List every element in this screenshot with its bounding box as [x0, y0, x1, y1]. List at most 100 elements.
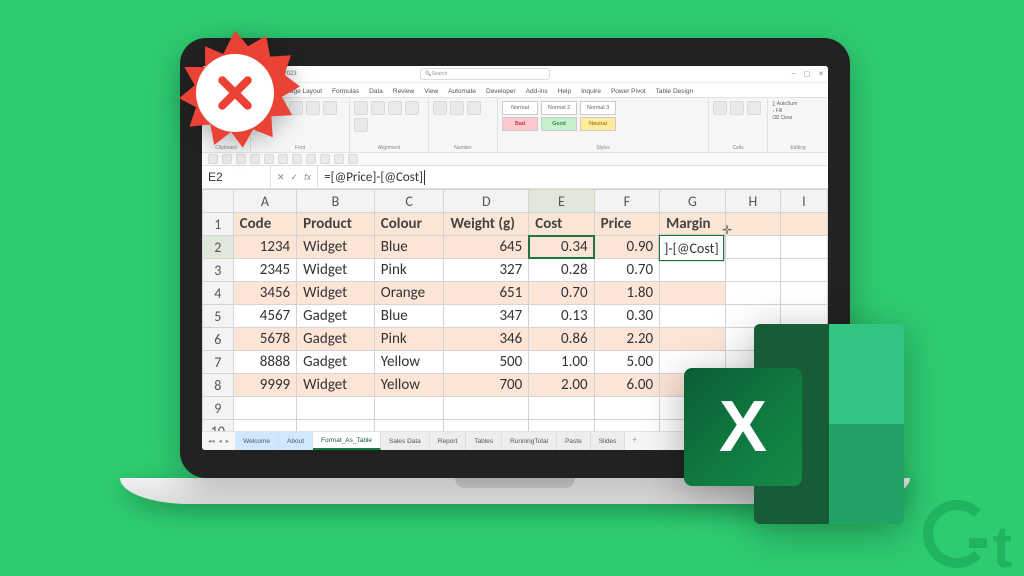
fill-color-icon[interactable]: [323, 101, 337, 115]
qat-icon[interactable]: [334, 154, 344, 164]
cell[interactable]: [594, 397, 659, 420]
cell[interactable]: Widget: [297, 282, 375, 305]
cell[interactable]: 651: [444, 282, 529, 305]
cell[interactable]: 0.13: [529, 305, 594, 328]
cell[interactable]: Blue: [374, 305, 444, 328]
cell[interactable]: 346: [444, 328, 529, 351]
cell[interactable]: [660, 259, 726, 282]
fx-icon[interactable]: fx: [304, 172, 311, 182]
cell[interactable]: 1234: [233, 236, 297, 259]
cell-style-normal[interactable]: Normal: [502, 101, 538, 115]
sheet-nav-prev-icon[interactable]: ◂: [219, 437, 222, 445]
sheet-nav-first-icon[interactable]: ◂◂: [208, 437, 215, 445]
cell-edit-overlay[interactable]: ]-[@Cost]: [659, 235, 724, 261]
row-header[interactable]: 8: [203, 374, 234, 397]
cell[interactable]: 5.00: [594, 351, 659, 374]
cell[interactable]: 5678: [233, 328, 297, 351]
formula-enter-icon[interactable]: ✓: [291, 172, 299, 183]
sheet-tab[interactable]: Tables: [466, 432, 502, 450]
cell[interactable]: [233, 420, 297, 432]
cell[interactable]: [780, 282, 827, 305]
row-header[interactable]: 6: [203, 328, 234, 351]
cell[interactable]: Widget: [297, 259, 375, 282]
cell[interactable]: [297, 420, 375, 432]
row-header[interactable]: 9: [203, 397, 234, 420]
window-close[interactable]: ✕: [818, 70, 824, 78]
tab-view[interactable]: View: [424, 88, 438, 97]
cell[interactable]: [297, 397, 375, 420]
sheet-tab[interactable]: Slides: [591, 432, 626, 450]
cell[interactable]: [374, 397, 444, 420]
qat-icon[interactable]: [320, 154, 330, 164]
cell[interactable]: Yellow: [374, 351, 444, 374]
cell[interactable]: 700: [444, 374, 529, 397]
window-maximize[interactable]: ▢: [803, 70, 810, 78]
cell[interactable]: [780, 259, 827, 282]
column-header-H[interactable]: H: [725, 190, 780, 213]
row-header[interactable]: 10: [203, 420, 234, 432]
cell[interactable]: [233, 397, 297, 420]
cell[interactable]: [444, 397, 529, 420]
sheet-tab[interactable]: About: [279, 432, 313, 450]
tab-help[interactable]: Help: [558, 88, 571, 97]
formula-bar[interactable]: =[@Price]-[@Cost]: [318, 166, 828, 188]
cell[interactable]: [725, 282, 780, 305]
column-header-G[interactable]: G: [660, 190, 726, 213]
cell[interactable]: [725, 213, 780, 236]
row-header[interactable]: 1: [203, 213, 234, 236]
cell[interactable]: Orange: [374, 282, 444, 305]
cell[interactable]: 6.00: [594, 374, 659, 397]
align-left-icon[interactable]: [354, 101, 368, 115]
delete-cell-icon[interactable]: [730, 101, 744, 115]
search-box[interactable]: 🔍 Search: [420, 68, 550, 80]
underline-icon[interactable]: [306, 101, 320, 115]
align-center-icon[interactable]: [371, 101, 385, 115]
tab-addins[interactable]: Add-ins: [526, 88, 548, 97]
cell[interactable]: 645: [444, 236, 529, 259]
format-cell-icon[interactable]: [747, 101, 761, 115]
cell[interactable]: Gadget: [297, 351, 375, 374]
cell[interactable]: Weight (g): [444, 213, 529, 236]
tab-review[interactable]: Review: [393, 88, 414, 97]
cell[interactable]: 3456: [233, 282, 297, 305]
cell[interactable]: Widget: [297, 236, 375, 259]
cell[interactable]: Gadget: [297, 328, 375, 351]
column-header-I[interactable]: I: [780, 190, 827, 213]
cell[interactable]: Margin: [660, 213, 726, 236]
cell[interactable]: 4567: [233, 305, 297, 328]
row-header[interactable]: 5: [203, 305, 234, 328]
select-all-corner[interactable]: [203, 190, 234, 213]
cell[interactable]: ]-[@Cost]: [660, 236, 726, 259]
new-sheet-icon[interactable]: ＋: [625, 432, 644, 450]
cell-style-good[interactable]: Good: [541, 117, 577, 131]
cell[interactable]: 1.80: [594, 282, 659, 305]
cell-style-neutral[interactable]: Neutral: [580, 117, 616, 131]
cell[interactable]: 0.90: [594, 236, 659, 259]
sheet-nav-next-icon[interactable]: ▸: [226, 437, 229, 445]
cell[interactable]: [660, 282, 726, 305]
cell[interactable]: 2.00: [529, 374, 594, 397]
cell[interactable]: 8888: [233, 351, 297, 374]
cell[interactable]: [780, 236, 827, 259]
autosum-button[interactable]: ∑ AutoSum: [772, 101, 824, 108]
sheet-tab[interactable]: Format_As_Table: [313, 432, 381, 450]
currency-icon[interactable]: [433, 101, 447, 115]
tab-formulas[interactable]: Formulas: [332, 88, 359, 97]
cell[interactable]: [529, 397, 594, 420]
sheet-tab[interactable]: Report: [430, 432, 467, 450]
comma-icon[interactable]: [467, 101, 481, 115]
cell[interactable]: Price: [594, 213, 659, 236]
column-header-C[interactable]: C: [374, 190, 444, 213]
cell[interactable]: 0.28: [529, 259, 594, 282]
cell[interactable]: 2.20: [594, 328, 659, 351]
qat-icon[interactable]: [348, 154, 358, 164]
cell[interactable]: 2345: [233, 259, 297, 282]
cell[interactable]: 9999: [233, 374, 297, 397]
cell[interactable]: Yellow: [374, 374, 444, 397]
cell[interactable]: Pink: [374, 328, 444, 351]
qat-icon[interactable]: [306, 154, 316, 164]
cell[interactable]: 1.00: [529, 351, 594, 374]
cell[interactable]: Blue: [374, 236, 444, 259]
cell[interactable]: [780, 213, 827, 236]
cell[interactable]: 0.34: [529, 236, 594, 259]
